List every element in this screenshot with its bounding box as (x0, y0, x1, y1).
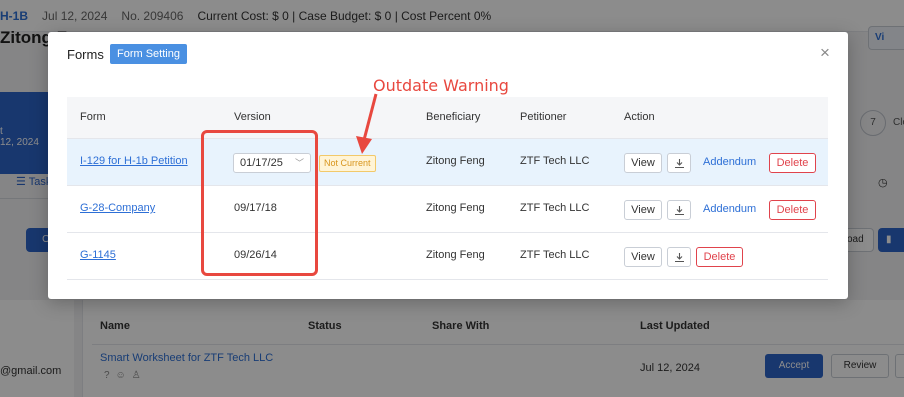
table-header: Form Version Beneficiary Petitioner Acti… (67, 97, 828, 139)
petitioner: ZTF Tech LLC (520, 155, 590, 167)
form-link[interactable]: G-28-Company (80, 202, 155, 214)
petitioner: ZTF Tech LLC (520, 202, 590, 214)
view-button[interactable]: View (624, 247, 662, 267)
form-setting-button[interactable]: Form Setting (110, 44, 187, 64)
form-link[interactable]: G-1145 (80, 249, 116, 261)
column-form: Form (80, 111, 106, 123)
table-row: I-129 for H-1b Petition 01/17/25 ﹀ Not C… (67, 139, 828, 186)
beneficiary: Zitong Feng (426, 202, 485, 214)
forms-modal: Forms Form Setting × Form Version Benefi… (48, 32, 848, 299)
form-link[interactable]: I-129 for H-1b Petition (80, 155, 188, 167)
annotation-label: Outdate Warning (373, 76, 509, 95)
view-button[interactable]: View (624, 200, 662, 220)
modal-header: Forms Form Setting × (48, 32, 848, 76)
column-petitioner: Petitioner (520, 111, 567, 123)
addendum-link[interactable]: Addendum (703, 156, 756, 168)
download-icon (674, 205, 684, 215)
beneficiary: Zitong Feng (426, 155, 485, 167)
table-row: G-1145 09/26/14 Zitong Feng ZTF Tech LLC… (67, 233, 828, 280)
column-version: Version (234, 111, 271, 123)
delete-button[interactable]: Delete (696, 247, 743, 267)
view-button[interactable]: View (624, 153, 662, 173)
beneficiary: Zitong Feng (426, 249, 485, 261)
petitioner: ZTF Tech LLC (520, 249, 590, 261)
close-icon[interactable]: × (817, 44, 833, 61)
modal-title: Forms (67, 47, 104, 62)
column-beneficiary: Beneficiary (426, 111, 481, 123)
download-icon (674, 252, 684, 262)
delete-button[interactable]: Delete (769, 153, 816, 173)
table-row: G-28-Company 09/17/18 Zitong Feng ZTF Te… (67, 186, 828, 233)
annotation-highlight-box (201, 130, 318, 276)
forms-table: Form Version Beneficiary Petitioner Acti… (67, 97, 828, 280)
delete-button[interactable]: Delete (769, 200, 816, 220)
addendum-link[interactable]: Addendum (703, 203, 756, 215)
download-icon (674, 158, 684, 168)
annotation-arrow-icon (356, 93, 378, 154)
download-button[interactable] (667, 153, 691, 173)
column-action: Action (624, 111, 655, 123)
download-button[interactable] (667, 247, 691, 267)
download-button[interactable] (667, 200, 691, 220)
